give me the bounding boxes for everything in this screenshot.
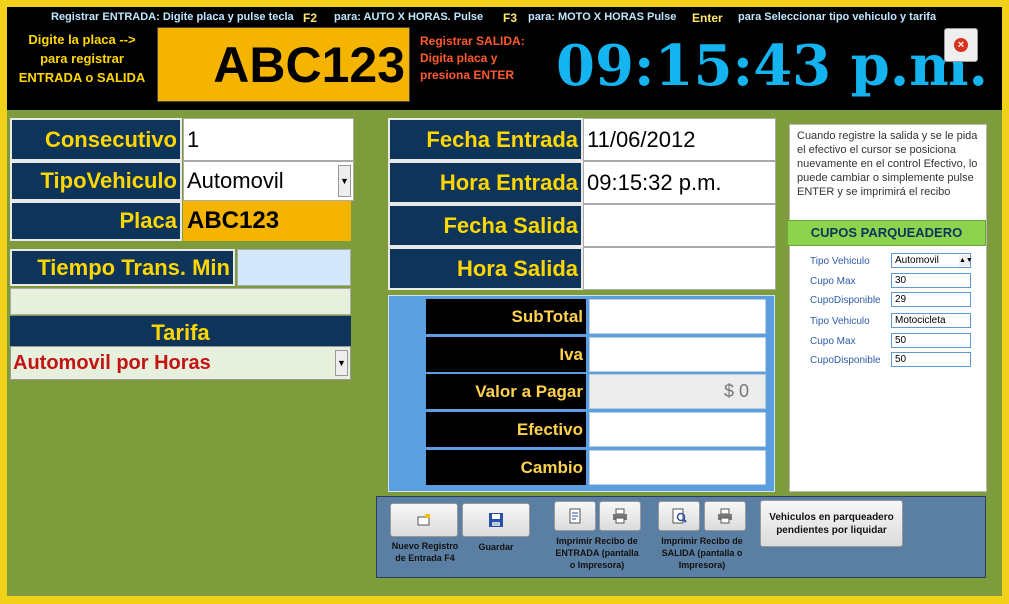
nuevo-registro-button[interactable] [390, 503, 458, 537]
cupos-label: CupoDisponible [810, 355, 881, 366]
caption-line: SALIDA (pantalla o [661, 548, 743, 558]
cupos-value: Automovil [895, 255, 939, 266]
printer-icon [718, 508, 732, 524]
tipo-vehiculo-select[interactable]: Automovil ▼ [183, 161, 354, 201]
nuevo-registro-caption: Nuevo Registro de Entrada F4 [383, 540, 467, 564]
salida-prompt-line-1: Registrar SALIDA: [420, 34, 525, 48]
iva-label: Iva [426, 337, 586, 372]
valor-pagar-field: $ 0 [589, 374, 766, 409]
fecha-salida-label: Fecha Salida [388, 204, 583, 247]
subtotal-label: SubTotal [426, 299, 586, 334]
tipo-vehiculo-value: Automovil [187, 168, 284, 193]
caption-line: Imprimir Recibo de [556, 536, 638, 546]
hint-key-f2: F2 [303, 11, 318, 25]
caption-line: Imprimir Recibo de [661, 536, 743, 546]
cupos-label: Cupo Max [810, 276, 856, 287]
cupos-label: CupoDisponible [810, 295, 881, 306]
imprimir-salida-caption: Imprimir Recibo de SALIDA (pantalla o Im… [652, 535, 752, 571]
plate-prompt: Digite la placa --> para registrar ENTRA… [10, 30, 154, 87]
salida-prompt-line-3: presiona ENTER [420, 68, 515, 82]
hint-registrar-entrada: Registrar ENTRADA: Digite placa y pulse … [51, 11, 294, 23]
guardar-caption: Guardar [478, 542, 514, 552]
close-button[interactable]: × [944, 28, 978, 62]
plate-prompt-line-3: ENTRADA o SALIDA [18, 70, 146, 85]
cupos-label: Cupo Max [810, 336, 856, 347]
efectivo-field[interactable] [589, 412, 766, 447]
iva-field[interactable] [589, 337, 766, 372]
plate-prompt-line-2: para registrar [40, 51, 124, 66]
salida-prompt: Registrar SALIDA: Digita placa y presion… [420, 33, 550, 84]
cupos-field[interactable]: 50 [891, 333, 971, 348]
caption-line: Impresora) [678, 560, 726, 570]
hora-salida-label: Hora Salida [388, 247, 583, 290]
cupos-field[interactable]: 30 [891, 273, 971, 288]
cambio-field[interactable] [589, 450, 766, 485]
cupos-label: Tipo Vehiculo [810, 316, 870, 327]
cambio-label: Cambio [426, 450, 586, 485]
chevron-down-icon[interactable]: ▼ [338, 165, 351, 197]
hint-key-enter: Enter [692, 11, 723, 25]
hora-salida-field[interactable] [583, 247, 776, 290]
caption-line: Nuevo Registro [391, 541, 459, 551]
close-icon: × [954, 38, 968, 52]
guardar-button[interactable] [462, 503, 530, 537]
cupos-tipo-select[interactable]: Automovil ▲▼ [891, 253, 973, 268]
tarifa-value: Automovil por Horas [13, 352, 211, 374]
pendientes-button[interactable]: Vehiculos en parqueadero pendientes por … [760, 500, 903, 547]
preview-entrada-button[interactable] [554, 501, 596, 531]
cupos-title: CUPOS PARQUEADERO [787, 220, 986, 246]
clock-display: 09:15:43 p.m. [556, 33, 989, 99]
preview-icon [569, 508, 581, 524]
subtotal-field[interactable] [589, 299, 766, 334]
consecutivo-field[interactable]: 1 [183, 118, 354, 161]
tarifa-label: Tarifa [10, 316, 351, 347]
spinner-icon[interactable]: ▲▼ [959, 255, 973, 266]
hint-para-seleccionar: para Seleccionar tipo vehiculo y tarifa [738, 11, 937, 23]
plate-input[interactable]: ABC123 [157, 27, 410, 102]
imprimir-entrada-caption: Imprimir Recibo de ENTRADA (pantalla o I… [548, 535, 646, 571]
valor-pagar-label: Valor a Pagar [426, 374, 586, 409]
pendientes-label-1: Vehiculos en parqueadero [769, 511, 894, 523]
hint-para-auto: para: AUTO X HORAS. Pulse [334, 11, 484, 23]
cupos-field[interactable]: 50 [891, 352, 971, 367]
placa-label: Placa [10, 201, 182, 241]
preview-salida-button[interactable] [658, 501, 700, 531]
consecutivo-label: Consecutivo [10, 118, 182, 161]
fecha-salida-field[interactable] [583, 204, 776, 247]
fecha-entrada-label: Fecha Entrada [388, 118, 583, 161]
blank-field [10, 288, 351, 315]
info-text: Cuando registre la salida y se le pida e… [797, 130, 978, 198]
tiempo-label: Tiempo Trans. Min [10, 249, 235, 286]
tarifa-select[interactable]: Automovil por Horas ▼ [10, 346, 351, 380]
efectivo-label: Efectivo [426, 412, 586, 447]
tiempo-field[interactable] [237, 249, 351, 286]
hint-para-moto: para: MOTO X HORAS Pulse [528, 11, 677, 23]
plate-prompt-line-1: Digite la placa --> [28, 32, 136, 47]
caption-line: o Impresora) [569, 560, 625, 570]
hora-entrada-label: Hora Entrada [388, 161, 583, 204]
print-salida-button[interactable] [704, 501, 746, 531]
cupos-field[interactable]: 29 [891, 292, 971, 307]
save-icon [489, 513, 503, 527]
cupos-field[interactable]: Motocicleta [891, 313, 971, 328]
fecha-entrada-field[interactable]: 11/06/2012 [583, 118, 776, 161]
cupos-label: Tipo Vehiculo [810, 256, 870, 267]
pendientes-label-2: pendientes por liquidar [776, 524, 887, 536]
print-entrada-button[interactable] [599, 501, 641, 531]
caption-line: ENTRADA (pantalla [555, 548, 639, 558]
preview-icon [672, 508, 687, 524]
hora-entrada-field[interactable]: 09:15:32 p.m. [583, 161, 776, 204]
salida-prompt-line-2: Digita placa y [420, 51, 498, 65]
placa-field[interactable]: ABC123 [183, 201, 351, 241]
chevron-down-icon[interactable]: ▼ [335, 350, 348, 376]
new-record-icon [417, 514, 430, 526]
hint-key-f3: F3 [503, 11, 518, 25]
caption-line: de Entrada F4 [395, 553, 455, 563]
printer-icon [613, 508, 627, 524]
tipo-vehiculo-label: TipoVehiculo [10, 161, 182, 201]
